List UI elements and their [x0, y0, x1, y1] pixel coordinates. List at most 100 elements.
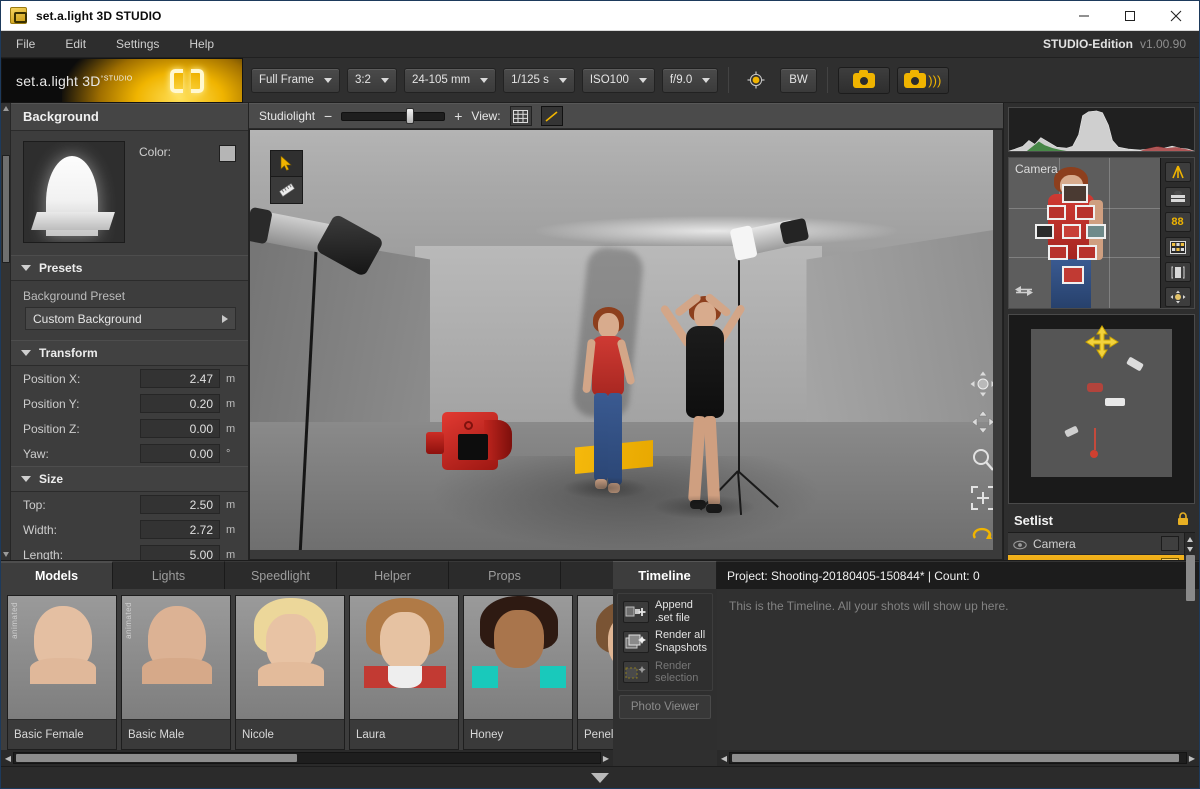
scrollbar-thumb[interactable]: [16, 754, 297, 762]
menu-file[interactable]: File: [1, 31, 50, 58]
scroll-up-icon[interactable]: [3, 106, 9, 111]
scrollbar-thumb[interactable]: [2, 155, 10, 263]
sensor-select[interactable]: Full Frame: [251, 68, 340, 93]
menu-help[interactable]: Help: [174, 31, 229, 58]
yaw-input[interactable]: 0.00: [140, 444, 220, 463]
ruler-line-icon[interactable]: [541, 106, 563, 126]
measure-box[interactable]: [1075, 205, 1095, 220]
position-x-input[interactable]: 2.47: [140, 369, 220, 388]
setlist-row-camera[interactable]: Camera: [1008, 533, 1184, 555]
slider-knob[interactable]: [406, 108, 414, 124]
cursor-arrow-icon[interactable]: [271, 151, 302, 177]
tripod-icon[interactable]: [1165, 162, 1191, 182]
aperture-select[interactable]: f/9.0: [662, 68, 718, 93]
measure-box[interactable]: [1086, 224, 1106, 239]
model-female-red[interactable]: [580, 307, 638, 527]
measure-box[interactable]: [1077, 245, 1097, 260]
timeline-scrollbar[interactable]: ◀ ▶: [717, 750, 1199, 766]
background-preset-select[interactable]: Custom Background: [25, 307, 236, 330]
swap-arrows-icon[interactable]: [1013, 283, 1035, 304]
scroll-left-icon[interactable]: ◀: [719, 754, 729, 763]
section-transform[interactable]: Transform: [11, 340, 248, 366]
properties-scrollbar[interactable]: [1, 103, 11, 560]
top-input[interactable]: 2.50: [140, 495, 220, 514]
studiolight-slider[interactable]: [341, 110, 445, 122]
exposure-icon[interactable]: 88: [1165, 212, 1191, 232]
studiolight-increase[interactable]: +: [454, 109, 462, 123]
measure-box[interactable]: [1035, 224, 1055, 239]
viewport-scrollbar-vertical[interactable]: [993, 130, 1002, 559]
lock-icon[interactable]: [1177, 512, 1189, 529]
position-z-input[interactable]: 0.00: [140, 419, 220, 438]
topview-camera-marker[interactable]: [1085, 325, 1119, 364]
measure-box[interactable]: [1047, 205, 1067, 220]
setlist-color-swatch[interactable]: [1161, 536, 1179, 551]
lens-select[interactable]: 24-105 mm: [404, 68, 496, 93]
bw-toggle-button[interactable]: BW: [780, 68, 817, 93]
list-item[interactable]: Laura: [349, 595, 459, 750]
color-swatch[interactable]: [219, 145, 236, 162]
library-scrollbar[interactable]: ◀ ▶: [1, 750, 613, 766]
scroll-left-icon[interactable]: ◀: [3, 754, 13, 763]
section-presets[interactable]: Presets: [11, 255, 248, 281]
measure-box[interactable]: [1062, 184, 1088, 204]
grid-overlay-icon[interactable]: [1165, 237, 1191, 257]
topview-subject[interactable]: [1094, 428, 1096, 450]
scroll-right-icon[interactable]: ▶: [601, 754, 611, 763]
camera-preview-stage[interactable]: Camera: [1009, 158, 1160, 308]
scrollbar-thumb[interactable]: [1186, 555, 1195, 601]
photo-viewer-button[interactable]: Photo Viewer: [619, 695, 711, 719]
scrollbar-track[interactable]: [13, 752, 601, 764]
model-female-black[interactable]: [658, 290, 744, 535]
scroll-down-icon[interactable]: [3, 552, 9, 557]
navigate-icon[interactable]: [1165, 287, 1191, 307]
top-view-map[interactable]: [1008, 314, 1195, 504]
grid-icon[interactable]: [510, 106, 532, 126]
list-item[interactable]: Nicole: [235, 595, 345, 750]
maximize-button[interactable]: [1107, 1, 1153, 31]
measure-box[interactable]: [1062, 266, 1085, 284]
snapshot-button[interactable]: [838, 67, 890, 94]
list-item[interactable]: Honey: [463, 595, 573, 750]
ruler-icon[interactable]: [271, 177, 302, 203]
menu-settings[interactable]: Settings: [101, 31, 174, 58]
scroll-right-icon[interactable]: ▶: [1187, 754, 1197, 763]
viewport-scrollbar-horizontal[interactable]: [250, 550, 1002, 559]
collapse-arrow-icon[interactable]: [591, 773, 609, 783]
iso-select[interactable]: ISO100: [582, 68, 655, 93]
minimize-button[interactable]: [1061, 1, 1107, 31]
width-input[interactable]: 2.72: [140, 520, 220, 539]
topview-prop[interactable]: [1087, 383, 1103, 392]
section-size[interactable]: Size: [11, 466, 248, 492]
list-item[interactable]: animated Basic Female: [7, 595, 117, 750]
visibility-eye-icon[interactable]: [1013, 539, 1027, 549]
tab-lights[interactable]: Lights: [113, 561, 225, 589]
shutter-select[interactable]: 1/125 s: [503, 68, 575, 93]
menu-edit[interactable]: Edit: [50, 31, 101, 58]
list-item[interactable]: animated Basic Male: [121, 595, 231, 750]
position-y-input[interactable]: 0.20: [140, 394, 220, 413]
scroll-up-icon[interactable]: [1187, 537, 1193, 542]
measure-box[interactable]: [1062, 224, 1082, 239]
3d-viewport[interactable]: [249, 129, 1003, 560]
scrollbar-track[interactable]: [729, 752, 1187, 764]
scrollbar-thumb[interactable]: [732, 754, 1179, 762]
append-set-button[interactable]: Append.set file: [623, 599, 707, 624]
tab-speedlight[interactable]: Speedlight: [225, 561, 337, 589]
render-all-button[interactable]: Render allSnapshots: [623, 629, 707, 654]
aspect-ratio-select[interactable]: 3:2: [347, 68, 397, 93]
portrait-icon[interactable]: [1165, 262, 1191, 282]
lens-icon[interactable]: [1165, 187, 1191, 207]
setlist-scrollbar[interactable]: [1184, 533, 1195, 556]
tab-helper[interactable]: Helper: [337, 561, 449, 589]
measure-box[interactable]: [1048, 245, 1068, 260]
topview-light-2[interactable]: [1105, 398, 1125, 406]
render-button[interactable]: ))): [897, 67, 949, 94]
background-thumbnail[interactable]: [23, 141, 125, 243]
studiolight-decrease[interactable]: −: [324, 109, 332, 123]
focus-point-icon[interactable]: [739, 68, 773, 93]
red-prop-camera[interactable]: [442, 412, 498, 470]
close-button[interactable]: [1153, 1, 1199, 31]
tab-props[interactable]: Props: [449, 561, 561, 589]
scroll-down-icon[interactable]: [1187, 547, 1193, 552]
